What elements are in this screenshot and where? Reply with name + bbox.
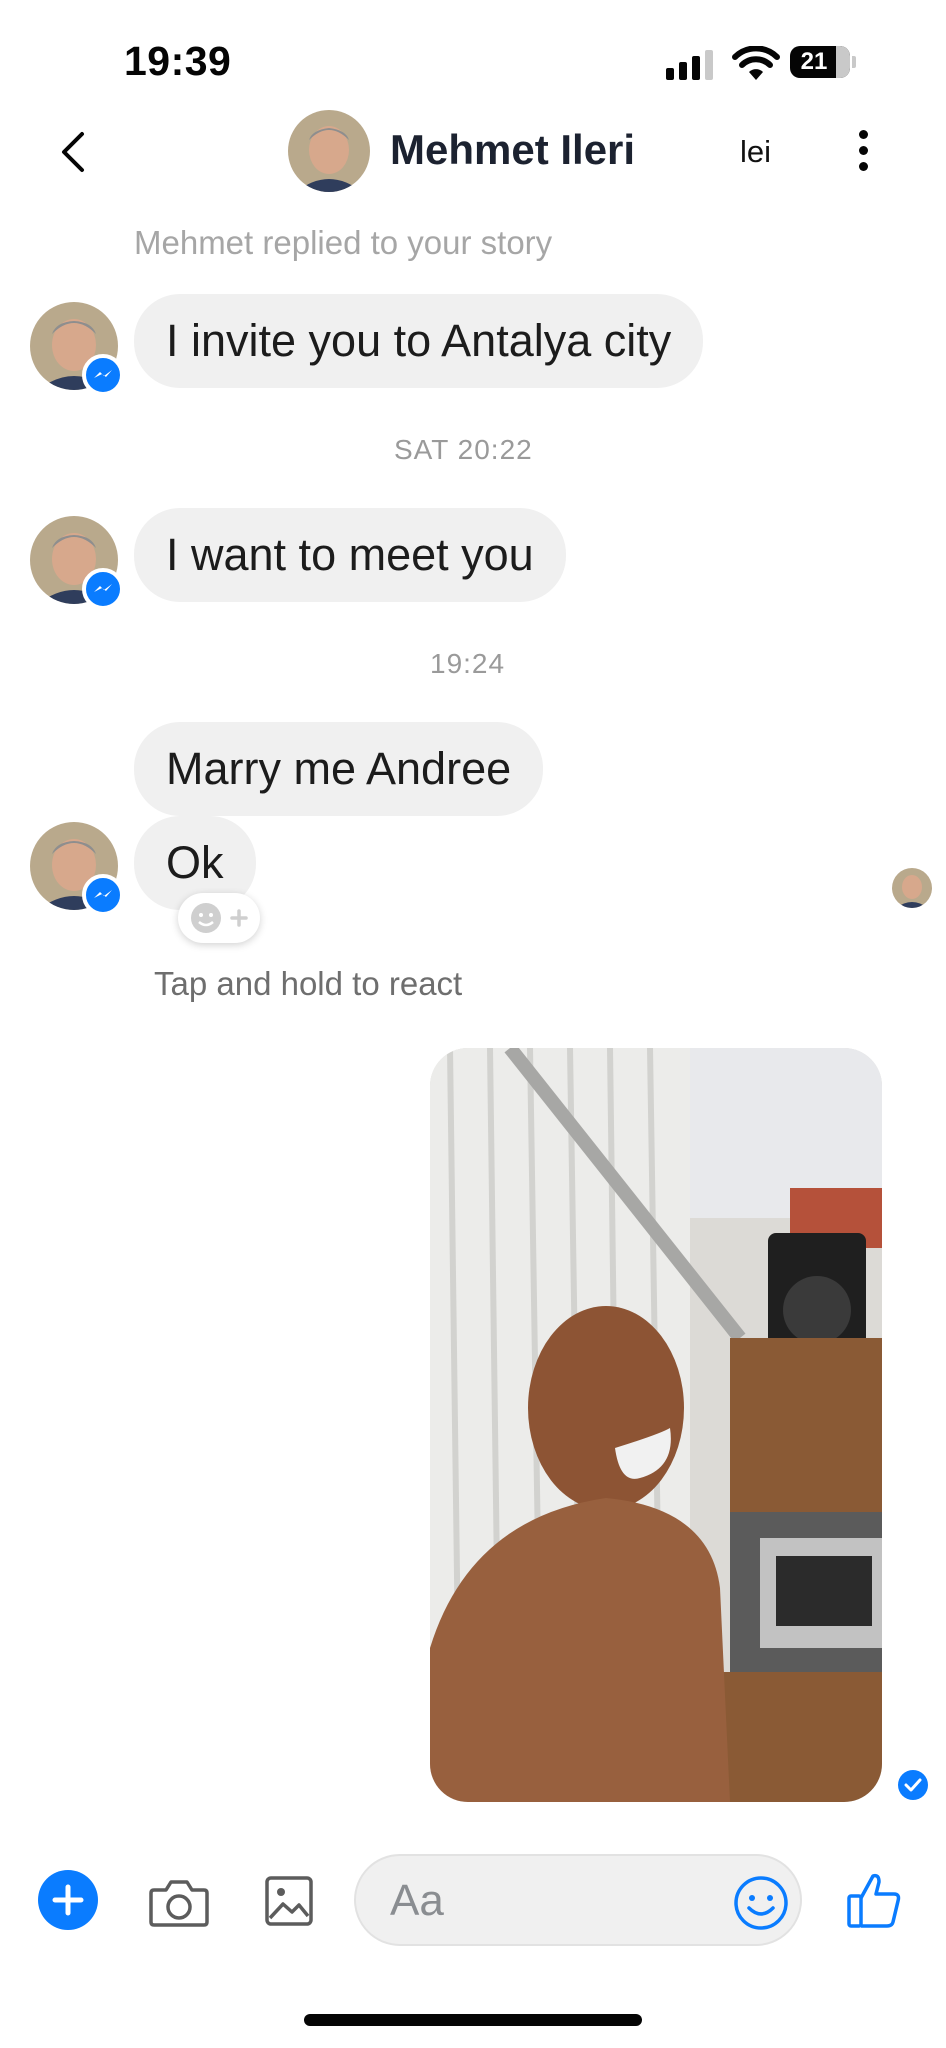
cellular-signal-icon [666, 50, 714, 80]
message-bubble[interactable]: I invite you to Antalya city [134, 294, 704, 388]
message-input-placeholder: Aa [390, 1876, 444, 1925]
react-hint: Tap and hold to react [154, 965, 463, 1002]
home-indicator [304, 2014, 642, 2026]
message-bubble[interactable]: I want to meet you [134, 508, 566, 602]
thumbs-up-icon[interactable] [846, 1870, 902, 1930]
contact-name[interactable]: Mehmet Ileri [390, 126, 635, 174]
image-icon[interactable] [264, 1872, 314, 1928]
vertical-dots-icon[interactable] [858, 130, 870, 172]
messenger-icon [82, 354, 124, 396]
header-action-label[interactable]: lei [740, 134, 771, 170]
battery-icon: 21 [790, 46, 850, 78]
messenger-icon [82, 568, 124, 610]
battery-cap [852, 56, 856, 68]
delivered-check-icon [898, 1770, 928, 1800]
seen-avatar [892, 868, 932, 908]
status-time: 19:39 [124, 38, 232, 84]
story-reply-note: Mehmet replied to your story [134, 224, 553, 261]
message-bubble[interactable]: Marry me Andree [134, 722, 544, 816]
sent-photo[interactable] [430, 1048, 882, 1802]
timestamp-separator: 19:24 [430, 648, 506, 679]
add-reaction-button[interactable] [178, 893, 260, 943]
plus-icon[interactable] [38, 1870, 98, 1930]
messenger-icon [82, 874, 124, 916]
timestamp-separator: SAT 20:22 [394, 434, 533, 465]
camera-icon[interactable] [148, 1876, 210, 1928]
wifi-icon [732, 46, 780, 80]
battery-level: 21 [800, 48, 828, 75]
contact-avatar[interactable] [288, 110, 370, 192]
chevron-left-icon[interactable] [56, 130, 90, 174]
smiley-icon[interactable] [732, 1874, 790, 1932]
